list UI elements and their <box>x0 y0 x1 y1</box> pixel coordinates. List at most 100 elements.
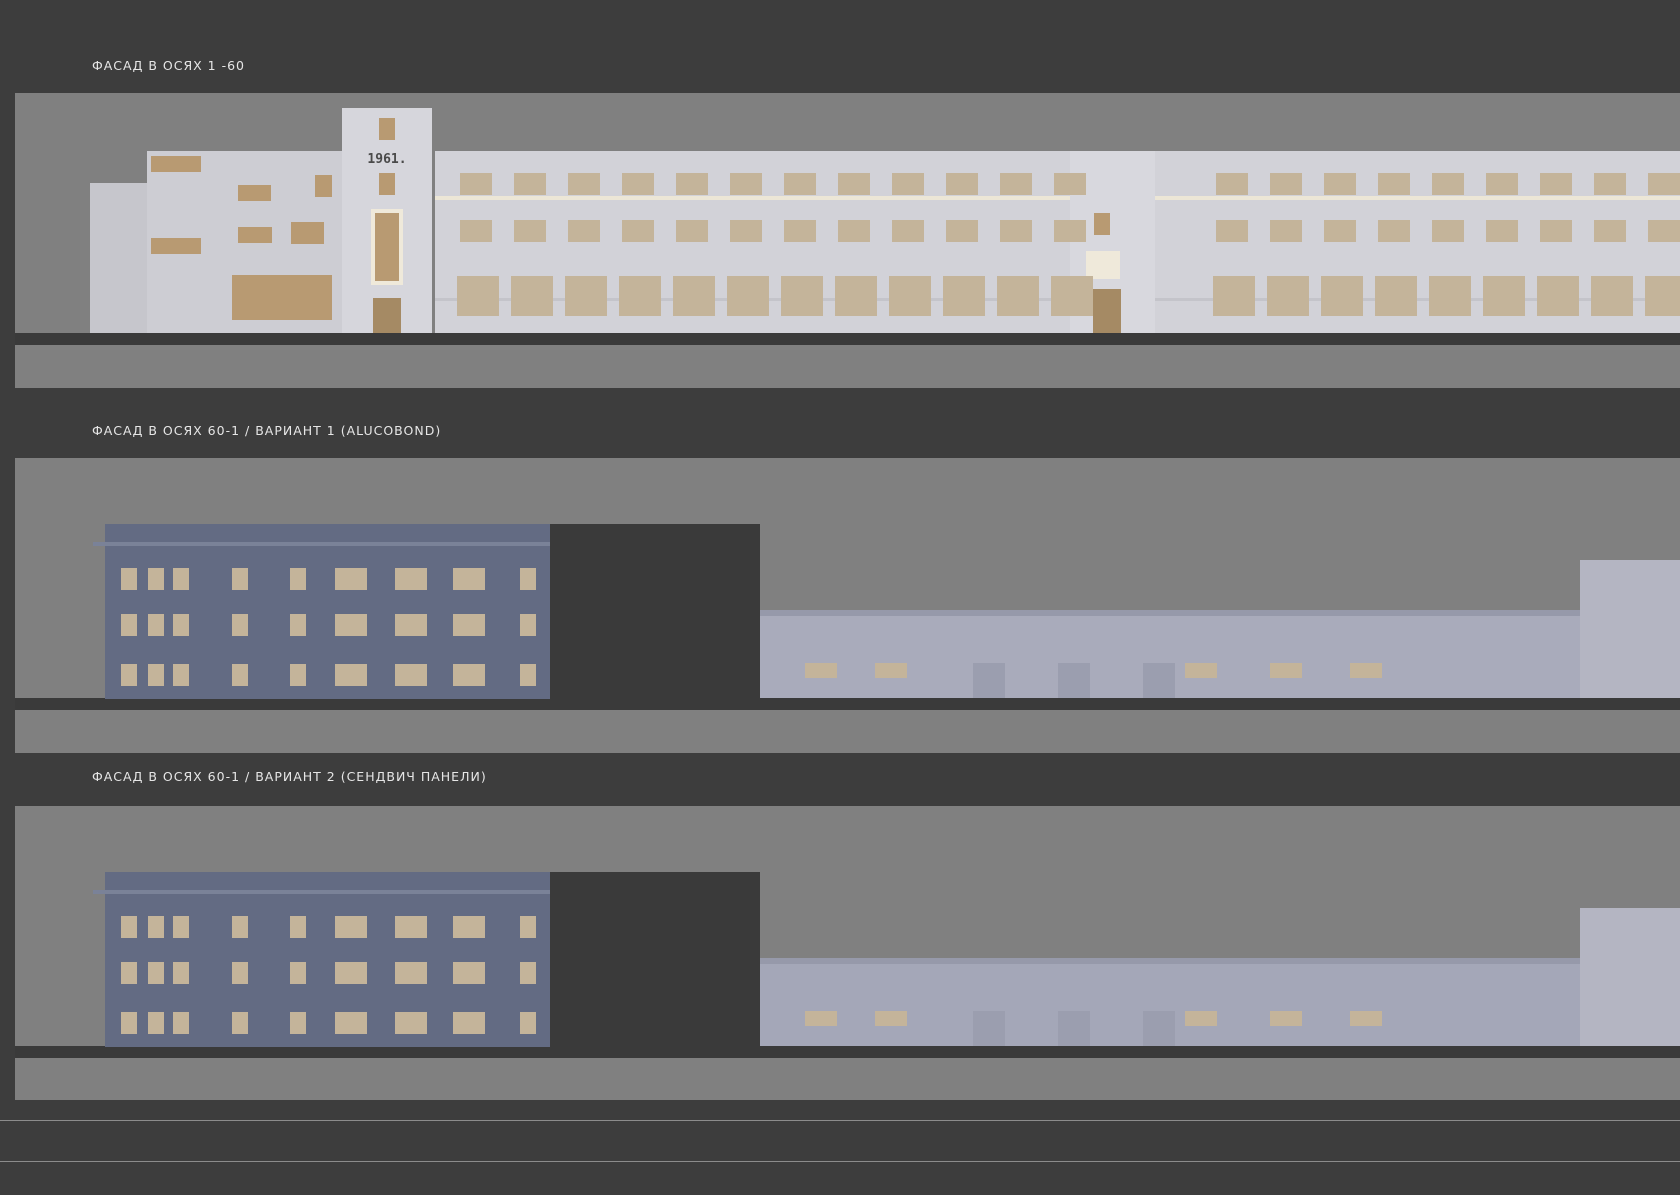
facade-elevation-variant-1 <box>15 458 1680 710</box>
base-strip-1 <box>15 345 1680 388</box>
blue-block-window <box>232 916 248 938</box>
blue-block-window <box>173 664 189 686</box>
ground-window <box>727 276 769 316</box>
blue-block-window <box>520 962 536 984</box>
blue-block-window <box>232 1012 248 1034</box>
middle-window <box>838 220 870 242</box>
ground-window <box>1537 276 1579 316</box>
annex-window <box>151 238 201 254</box>
facade-drawing-variant-2 <box>15 872 1680 1058</box>
tower-year-label: 1961. <box>367 152 406 167</box>
ground-window <box>997 276 1039 316</box>
blue-block-window <box>121 962 137 984</box>
ground-strip <box>15 698 1680 710</box>
middle-window <box>568 220 600 242</box>
blue-block-window <box>453 1012 485 1034</box>
ground-window <box>1483 276 1525 316</box>
low-block-window <box>805 663 837 678</box>
upper-window <box>514 173 546 195</box>
ground-window <box>1375 276 1417 316</box>
blue-block-window <box>290 962 306 984</box>
low-block-window <box>1350 1011 1382 1026</box>
blue-block-window <box>335 568 367 590</box>
middle-window <box>1270 220 1302 242</box>
low-block-window <box>875 1011 907 1026</box>
blue-block-window <box>173 614 189 636</box>
tower-window <box>379 173 395 195</box>
ground-window <box>889 276 931 316</box>
ground-window <box>1645 276 1680 316</box>
facade-drawing-variant-1 <box>15 524 1680 710</box>
blue-block-window <box>232 962 248 984</box>
low-block-parapet <box>760 610 1580 616</box>
upper-window <box>838 173 870 195</box>
frame-line-top <box>0 1120 1680 1121</box>
blue-block-window <box>290 664 306 686</box>
base-strip-3 <box>15 1058 1680 1100</box>
low-block-window <box>1270 1011 1302 1026</box>
blue-block-window <box>173 916 189 938</box>
ground-window <box>511 276 553 316</box>
blue-block-window <box>121 916 137 938</box>
blue-block-window <box>173 568 189 590</box>
ground-window <box>1321 276 1363 316</box>
blue-block-window <box>148 916 164 938</box>
blue-block-window <box>290 614 306 636</box>
blue-block-window <box>148 568 164 590</box>
annex-window <box>151 156 201 172</box>
upper-window <box>622 173 654 195</box>
blue-block-cornice <box>93 890 550 894</box>
upper-window <box>946 173 978 195</box>
blue-block-window <box>335 664 367 686</box>
blue-block-window <box>232 664 248 686</box>
blue-block-window <box>520 614 536 636</box>
ground-window <box>1591 276 1633 316</box>
blue-block-window <box>290 568 306 590</box>
middle-window <box>1378 220 1410 242</box>
upper-window <box>1648 173 1680 195</box>
middle-window <box>784 220 816 242</box>
gate-door <box>973 1011 1005 1046</box>
middle-window <box>1486 220 1518 242</box>
upper-window <box>1486 173 1518 195</box>
blue-block-window <box>520 568 536 590</box>
annex-window <box>291 222 324 244</box>
facade-elevation-1-60: 1961. <box>15 93 1680 345</box>
blue-block-window <box>173 1012 189 1034</box>
annex-window <box>238 185 271 201</box>
low-block-window <box>875 663 907 678</box>
blue-block-window <box>232 614 248 636</box>
low-block-window <box>1185 1011 1217 1026</box>
blue-block-window <box>453 962 485 984</box>
ground-window <box>1267 276 1309 316</box>
annex-low-block <box>90 183 150 333</box>
right-tall-block <box>1580 560 1680 698</box>
upper-window <box>784 173 816 195</box>
middle-window <box>460 220 492 242</box>
ground-window <box>673 276 715 316</box>
low-block-window <box>805 1011 837 1026</box>
ground-window <box>781 276 823 316</box>
middle-window <box>892 220 924 242</box>
upper-window <box>676 173 708 195</box>
section-title-3: ФАСАД В ОСЯХ 60-1 / ВАРИАНТ 2 (СЕНДВИЧ П… <box>92 769 487 784</box>
ground-window <box>1051 276 1093 316</box>
middle-window <box>730 220 762 242</box>
pavilion-entrance-door <box>1093 289 1121 333</box>
low-block-parapet <box>760 958 1580 964</box>
annex-shopfront <box>232 275 332 320</box>
tower-window <box>379 118 395 140</box>
blue-block-window <box>335 614 367 636</box>
blue-block-window <box>520 1012 536 1034</box>
blue-block-window <box>173 962 189 984</box>
upper-window <box>1594 173 1626 195</box>
middle-window <box>1324 220 1356 242</box>
middle-window <box>946 220 978 242</box>
upper-window <box>1000 173 1032 195</box>
ground-window <box>1213 276 1255 316</box>
facade-elevation-variant-2 <box>15 806 1680 1058</box>
annex-window <box>315 175 332 197</box>
blue-block-window <box>148 614 164 636</box>
blue-block-window <box>395 664 427 686</box>
blue-block-cornice <box>93 542 550 546</box>
